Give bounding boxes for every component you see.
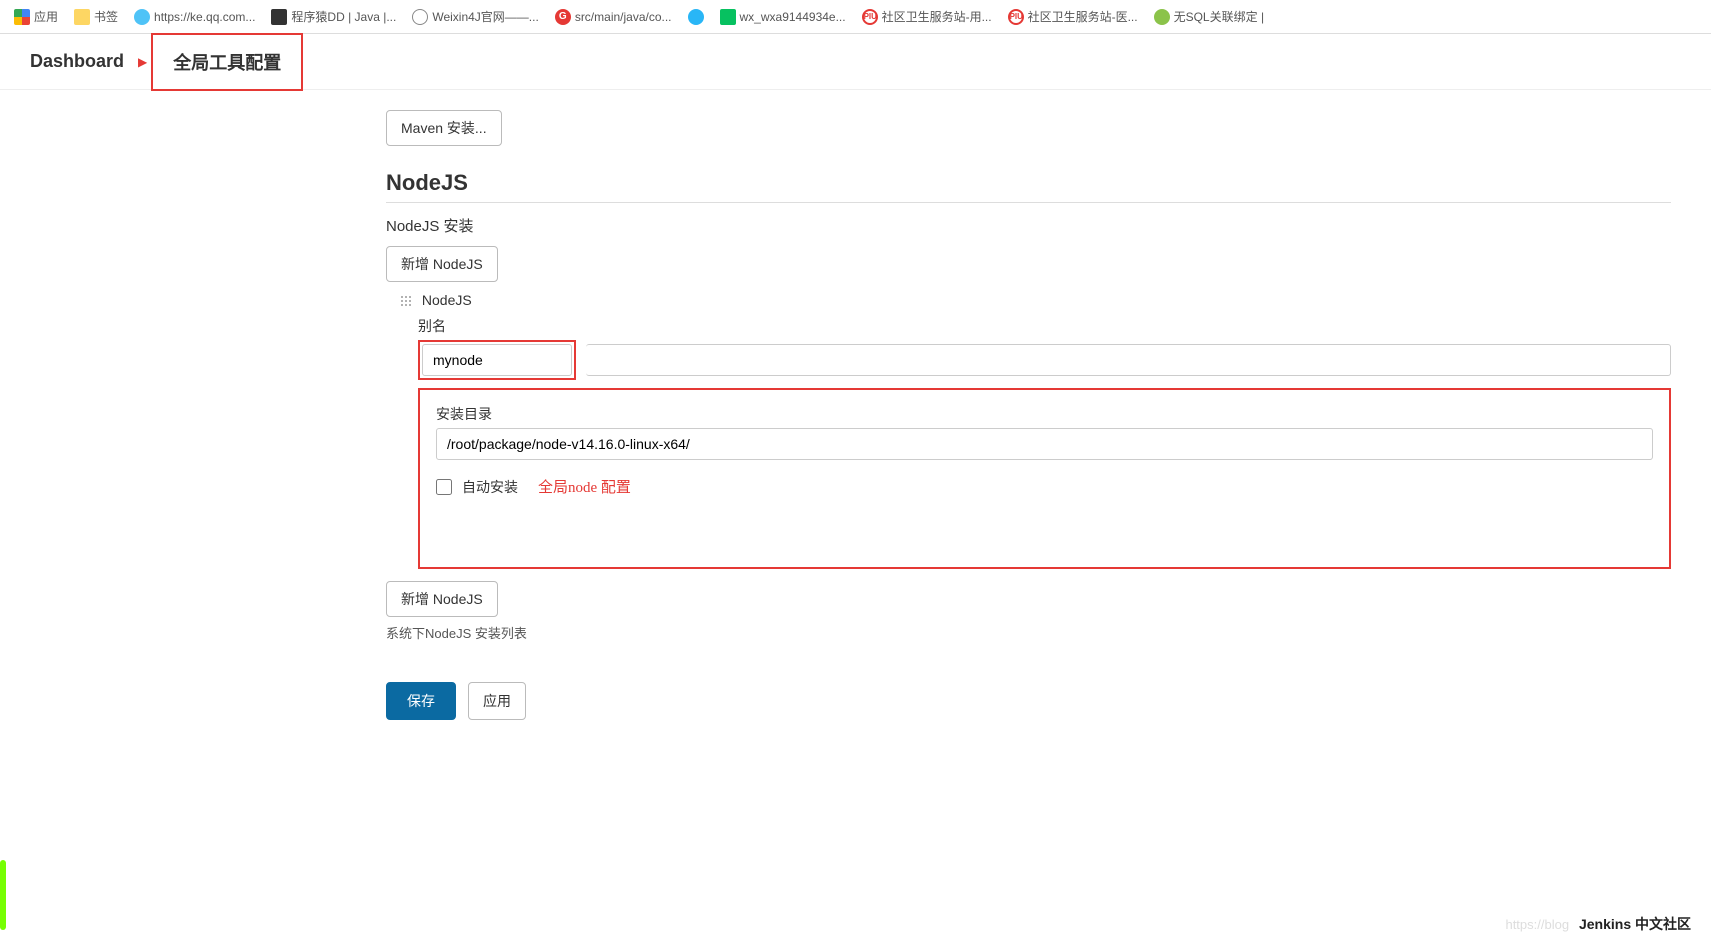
bookmark-folder[interactable]: 书签 [70, 6, 122, 27]
jenkins-community-link[interactable]: Jenkins 中文社区 [1579, 916, 1691, 932]
breadcrumb: Dashboard ▶ 全局工具配置 [0, 34, 1711, 90]
nodejs-install-label: NodeJS 安装 [386, 215, 1671, 236]
apps-icon [14, 9, 30, 25]
bookmark-srcmain[interactable]: Gsrc/main/java/co... [551, 7, 676, 27]
nodejs-section-title: NodeJS [386, 170, 1671, 196]
wechat-icon [720, 9, 736, 25]
alias-label: 别名 [418, 316, 1671, 336]
nodejs-block: NodeJS 别名 安装目录 自动安装 全局node 配置 [400, 292, 1671, 569]
drag-handle-icon[interactable] [400, 295, 412, 307]
main-content: Maven 安装... NodeJS NodeJS 安装 新增 NodeJS N… [0, 90, 1711, 740]
breadcrumb-highlight: 全局工具配置 [151, 33, 303, 91]
installdir-input[interactable] [436, 428, 1653, 460]
breadcrumb-global-tool-config[interactable]: 全局工具配置 [173, 53, 281, 73]
site-icon: PIU [862, 9, 878, 25]
bookmark-label: 社区卫生服务站-医... [1028, 8, 1138, 25]
bookmark-keqq[interactable]: https://ke.qq.com... [130, 7, 259, 27]
auto-install-label: 自动安装 [462, 477, 518, 497]
breadcrumb-dashboard[interactable]: Dashboard [20, 51, 134, 72]
auto-install-checkbox[interactable] [436, 479, 452, 495]
watermark: https://blog [1505, 917, 1569, 932]
annotation-text: 全局node 配置 [538, 476, 631, 497]
installdir-highlight: 安装目录 自动安装 全局node 配置 [418, 388, 1671, 569]
installdir-label: 安装目录 [436, 404, 1653, 424]
bookmark-label: https://ke.qq.com... [154, 10, 255, 24]
nodejs-list-help: 系统下NodeJS 安装列表 [386, 623, 1671, 642]
action-row: 保存 应用 [386, 682, 1671, 720]
bookmark-dd[interactable]: 程序猿DD | Java |... [267, 6, 400, 27]
apply-button[interactable]: 应用 [468, 682, 526, 720]
nodejs-block-title: NodeJS [422, 292, 472, 308]
bookmark-label: 书签 [94, 8, 118, 25]
bookmark-wave[interactable] [684, 7, 708, 27]
bookmark-label: wx_wxa9144934e... [740, 10, 846, 24]
bookmark-label: 社区卫生服务站-用... [882, 8, 992, 25]
alias-highlight [418, 340, 576, 380]
bookmark-wx[interactable]: wx_wxa9144934e... [716, 7, 850, 27]
save-button[interactable]: 保存 [386, 682, 456, 720]
site-icon [134, 9, 150, 25]
bookmark-weixin4j[interactable]: Weixin4J官网——... [408, 6, 542, 27]
globe-icon [412, 9, 428, 25]
site-icon [688, 9, 704, 25]
folder-icon [74, 9, 90, 25]
bookmark-bar: 应用 书签 https://ke.qq.com... 程序猿DD | Java … [0, 0, 1711, 34]
bookmark-label: Weixin4J官网——... [432, 8, 538, 25]
alias-input[interactable] [422, 344, 572, 376]
bookmark-label: 应用 [34, 8, 58, 25]
scrollbar-indicator[interactable] [0, 860, 6, 930]
maven-install-button[interactable]: Maven 安装... [386, 110, 502, 146]
bookmark-apps[interactable]: 应用 [10, 6, 62, 27]
chevron-right-icon: ▶ [138, 55, 147, 69]
add-nodejs-button-2[interactable]: 新增 NodeJS [386, 581, 498, 617]
site-icon [1154, 9, 1170, 25]
bookmark-hs1[interactable]: PIU社区卫生服务站-用... [858, 6, 996, 27]
divider [386, 202, 1671, 203]
bookmark-label: 程序猿DD | Java |... [291, 8, 396, 25]
alias-input-ext[interactable] [586, 344, 1671, 376]
bookmark-label: 无SQL关联绑定 | [1174, 8, 1264, 25]
bookmark-nosql[interactable]: 无SQL关联绑定 | [1150, 6, 1268, 27]
add-nodejs-button[interactable]: 新增 NodeJS [386, 246, 498, 282]
footer: https://blog Jenkins 中文社区 [1505, 914, 1691, 934]
site-icon [271, 9, 287, 25]
bookmark-label: src/main/java/co... [575, 10, 672, 24]
site-icon: PIU [1008, 9, 1024, 25]
bookmark-hs2[interactable]: PIU社区卫生服务站-医... [1004, 6, 1142, 27]
site-icon: G [555, 9, 571, 25]
